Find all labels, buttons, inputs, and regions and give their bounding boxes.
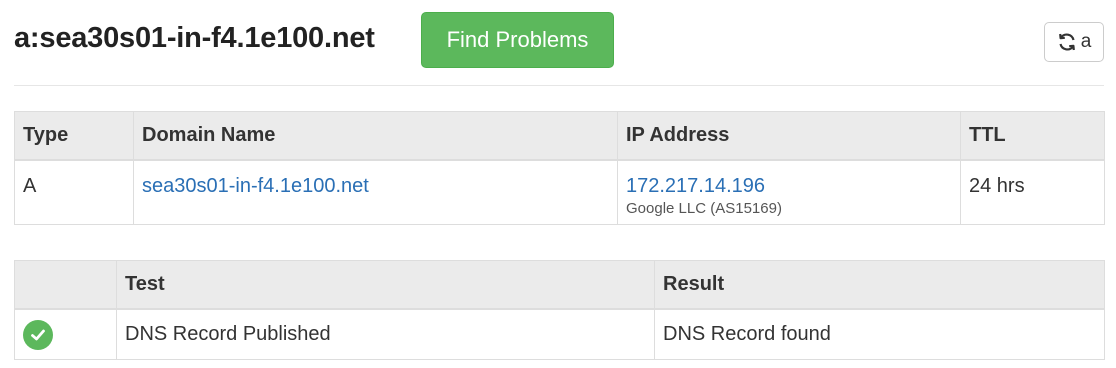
page-title: a:sea30s01-in-f4.1e100.net <box>14 22 375 54</box>
column-header-test: Test <box>116 260 655 310</box>
table-header-row: Type Domain Name IP Address TTL <box>14 111 1105 161</box>
domain-name-cell: sea30s01-in-f4.1e100.net <box>133 159 618 225</box>
ip-address-cell: 172.217.14.196 Google LLC (AS15169) <box>617 159 961 225</box>
column-header-ttl: TTL <box>960 111 1105 161</box>
table-row: A sea30s01-in-f4.1e100.net 172.217.14.19… <box>14 159 1105 225</box>
column-header-type: Type <box>14 111 134 161</box>
ip-address-link[interactable]: 172.217.14.196 <box>626 175 765 197</box>
record-type-cell: A <box>14 159 134 225</box>
refresh-button[interactable]: a <box>1044 22 1104 62</box>
column-header-result: Result <box>654 260 1105 310</box>
dns-record-table: Type Domain Name IP Address TTL A sea30s… <box>14 111 1105 225</box>
column-header-domain-name: Domain Name <box>133 111 618 161</box>
refresh-icon <box>1057 32 1077 52</box>
test-name-cell: DNS Record Published <box>116 308 655 360</box>
table-header-row: Test Result <box>14 260 1105 310</box>
refresh-button-label: a <box>1080 31 1092 52</box>
check-circle-icon <box>23 319 53 350</box>
ip-owner-label: Google LLC (AS15169) <box>626 200 782 217</box>
header-divider <box>14 85 1104 86</box>
domain-name-link[interactable]: sea30s01-in-f4.1e100.net <box>142 175 369 197</box>
find-problems-button[interactable]: Find Problems <box>421 12 614 68</box>
header: a:sea30s01-in-f4.1e100.net Find Problems… <box>14 10 1104 70</box>
column-header-ip-address: IP Address <box>617 111 961 161</box>
column-header-status <box>14 260 117 310</box>
page: a:sea30s01-in-f4.1e100.net Find Problems… <box>0 0 1116 368</box>
status-cell <box>14 308 117 360</box>
test-result-cell: DNS Record found <box>654 308 1105 360</box>
test-results-table: Test Result DNS Record Published DNS Rec… <box>14 260 1105 360</box>
table-row: DNS Record Published DNS Record found <box>14 308 1105 360</box>
ttl-cell: 24 hrs <box>960 159 1105 225</box>
